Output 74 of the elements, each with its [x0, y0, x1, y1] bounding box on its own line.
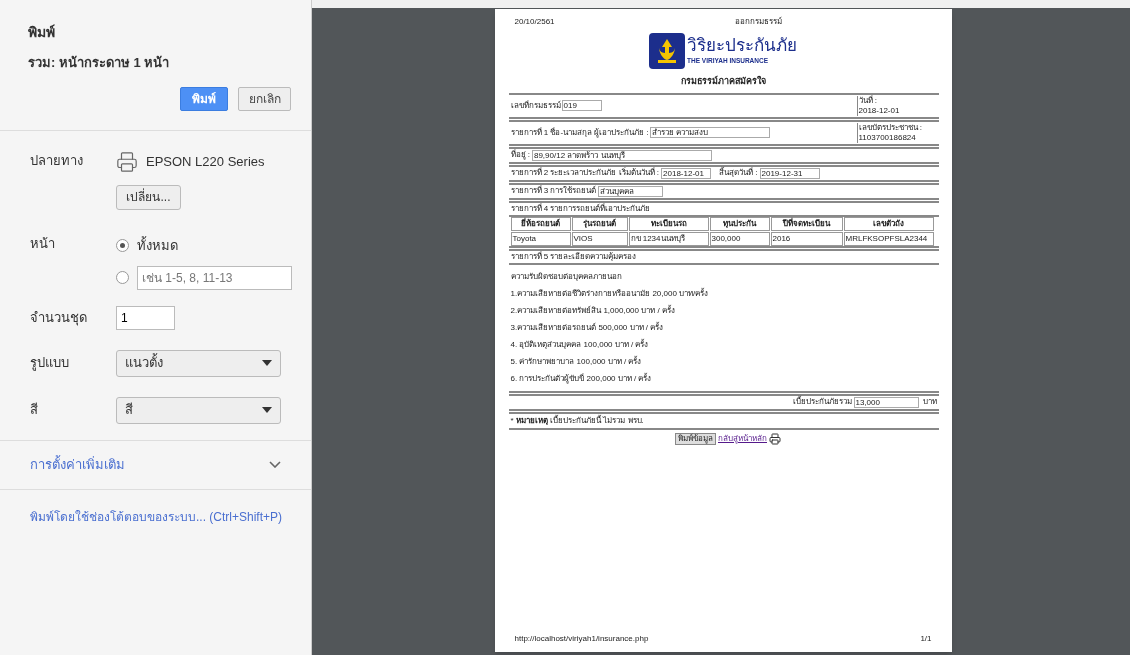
- column-header: เลขตัวถัง: [843, 216, 934, 231]
- setting-label: ปลายทาง: [30, 151, 84, 170]
- coverage-item: 5. ค่ารักษาพยาบาล 100,000 บาท / ครั้ง: [510, 356, 643, 367]
- radio-button[interactable]: [116, 271, 129, 284]
- form-label: เบี้ยประกันภัยรวม: [792, 397, 852, 407]
- more-settings-toggle[interactable]: การตั้งค่าเพิ่มเติม: [30, 440, 281, 489]
- form-field: 13,000: [853, 396, 919, 408]
- table-cell: 300,000: [709, 231, 770, 246]
- form-field: 019: [561, 100, 602, 111]
- logo-icon: [649, 33, 685, 69]
- page-url: http://localhost/viriyah1/insurance.php: [514, 634, 649, 644]
- dialog-title: พิมพ์: [28, 23, 56, 42]
- radio-label: ทั้งหมด: [137, 235, 178, 255]
- form-label: เลขบัตรประชาชน :: [858, 122, 923, 133]
- setting-label: จำนวนชุด: [30, 308, 88, 328]
- form-label: รายการที่ 4 รายการรถยนต์ที่เอาประกันภัย: [510, 203, 651, 214]
- coverage-item: 6. การประกันตัวผู้ขับขี่ 200,000 บาท / ครั้ง: [510, 373, 653, 384]
- form-field: สำรวย ความสงบ: [649, 127, 770, 138]
- copies-field[interactable]: 1: [116, 305, 175, 330]
- page-range-field[interactable]: เช่น 1-5, 8, 11-13: [137, 265, 292, 290]
- column-header: ทะเบียนรถ: [628, 216, 709, 231]
- page-number: 1/1: [920, 634, 932, 644]
- form-title: กรมธรรม์ภาคสมัครใจ: [680, 75, 766, 88]
- note-text: *หมายเหตุ เบี้ยประกันภัยนี้ ไม่รวม พรบ.: [510, 414, 644, 427]
- coverage-item: 1.ความเสียหายต่อชีวิตร่างกายหรืออนามัย 20,000 บาท/ครั้ง: [510, 288, 710, 299]
- save-button[interactable]: พิมพ์ข้อมูล: [675, 432, 716, 445]
- setting-label: สี: [30, 401, 39, 420]
- logo-name: วิริยะประกันภัย: [687, 36, 797, 57]
- date-value: 2018-12-01: [858, 105, 901, 116]
- back-link[interactable]: กลับสู่หน้าหลัก: [718, 432, 767, 445]
- form-field: ส่วนบุคคล: [598, 185, 664, 197]
- form-label: รายการที่ 1 ชื่อ-นามสกุล ผู้เอาประกันภัย :: [510, 127, 649, 138]
- coverage-item: 3.ความเสียหายต่อรถยนต์ 500,000 บาท / ครั้ง: [510, 322, 665, 333]
- column-header: รุ่นรถยนต์: [571, 216, 628, 231]
- print-date: 20/10/2561: [514, 17, 556, 27]
- coverage-item: 4. อุบัติเหตุส่วนบุคคล 100,000 บาท / ครั้ง: [510, 339, 650, 350]
- coverage-item: 2.ความเสียหายต่อทรัพย์สิน 1,000,000 บาท / ครั้ง: [510, 305, 676, 316]
- table-cell: Toyota: [510, 231, 571, 246]
- form-field: 2018-12-01: [661, 167, 712, 179]
- setting-label: หน้า: [30, 234, 56, 253]
- form-label: รายการที่ 2 ระยะเวลาประกันภัย เริ่มต้นวันที่ :: [510, 168, 660, 178]
- form-label: เลขที่กรมธรรม์: [510, 100, 561, 111]
- table-cell: กข 1234นนทบุรี: [628, 231, 709, 246]
- cancel-button[interactable]: ยกเลิก: [238, 86, 291, 111]
- setting-label: รูปแบบ: [30, 354, 70, 373]
- form-field: 2019-12-31: [759, 167, 820, 179]
- chevron-icon: [269, 461, 281, 468]
- form-label: รายการที่ 3 การใช้รถยนต์: [510, 186, 597, 196]
- page-summary: รวม: หน้ากระดาษ 1 หน้า: [28, 54, 171, 72]
- dropdown[interactable]: แนวตั้ง: [116, 349, 281, 377]
- form-label: ที่อยู่ :: [510, 150, 530, 160]
- page-header-title: ออกกรมธรรม์: [734, 17, 782, 27]
- caret-icon: [262, 360, 272, 366]
- column-header: ทุนประกัน: [709, 216, 770, 231]
- id-number: 1103700186824: [858, 132, 917, 143]
- table-cell: MRLFKSOPFSLA2344: [843, 231, 934, 246]
- change-button[interactable]: เปลี่ยน...: [116, 184, 181, 210]
- form-label: ความรับผิดชอบต่อบุคคลภายนอก: [510, 271, 623, 282]
- table-cell: 2016: [770, 231, 843, 246]
- form-label: สิ้นสุดวันที่ :: [719, 168, 758, 178]
- printer-icon: [769, 432, 781, 445]
- dropdown[interactable]: สี: [116, 396, 281, 424]
- system-dialog-link[interactable]: พิมพ์โดยใช้ช่องโต้ตอบของระบบ... (Ctrl+Shift+P): [30, 509, 283, 524]
- radio-button[interactable]: [116, 239, 129, 252]
- column-header: ปีที่จดทะเบียน: [770, 216, 843, 231]
- form-label: วันที่ :: [858, 95, 878, 106]
- caret-icon: [262, 407, 272, 413]
- column-header: ยี่ห้อรถยนต์: [510, 216, 571, 231]
- printer-icon: [116, 150, 138, 173]
- table-cell: VIOS: [571, 231, 628, 246]
- printer-name: EPSON L220 Series: [146, 152, 265, 171]
- form-label: รายการที่ 5 รายละเอียดความคุ้มครอง: [510, 251, 637, 262]
- form-field: 89,90/12 ลาดพร้าว นนทบุรี: [531, 149, 712, 161]
- form-label: บาท: [922, 397, 937, 407]
